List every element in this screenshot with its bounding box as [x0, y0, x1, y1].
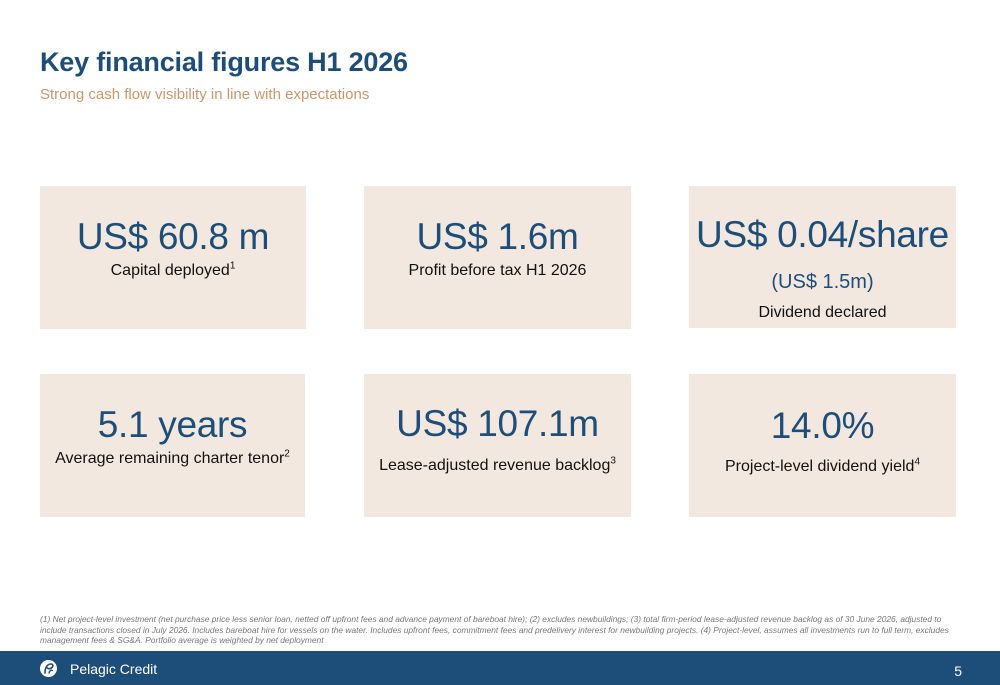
footnote-ref: 4 — [914, 456, 920, 468]
card-label-text: Capital deployed — [110, 262, 230, 279]
card-label: Lease-adjusted revenue backlog3 — [364, 455, 631, 475]
card-revenue-backlog: US$ 107.1m Lease-adjusted revenue backlo… — [364, 374, 631, 517]
brand-name: Pelagic Credit — [70, 661, 158, 677]
card-value: US$ 107.1m — [396, 403, 599, 444]
card-value: US$ 0.04/share — [696, 214, 949, 255]
card-dividend-declared: US$ 0.04/share (US$ 1.5m) Dividend decla… — [689, 186, 956, 328]
card-label-text: Lease-adjusted revenue backlog — [379, 457, 611, 474]
footnote-ref: 1 — [229, 260, 236, 272]
pelagic-logo-icon — [40, 660, 57, 677]
card-label-text: Project-level dividend yield — [725, 458, 915, 475]
pelagic-logo-mark — [44, 663, 54, 674]
card-value: 5.1 years — [97, 404, 248, 445]
card-label: Capital deployed1 — [40, 260, 306, 280]
card-secondary-value: (US$ 1.5m) — [771, 271, 874, 293]
card-value: US$ 60.8 m — [76, 216, 270, 257]
card-label: Dividend declared — [758, 304, 887, 321]
card-label-text: Average remaining charter tenor — [55, 450, 285, 467]
card-label: Profit before tax H1 2026 — [408, 262, 587, 279]
card-profit-before-tax: US$ 1.6m Profit before tax H1 2026 — [364, 186, 631, 329]
footer-bar: Pelagic Credit 5 — [0, 651, 1000, 685]
footnote-ref: 2 — [284, 448, 290, 460]
card-capital-deployed: US$ 60.8 m Capital deployed1 — [40, 186, 306, 329]
card-charter-tenor: 5.1 years Average remaining charter teno… — [40, 374, 305, 517]
card-value: US$ 1.6m — [416, 216, 579, 257]
page-number: 5 — [954, 663, 962, 679]
footnote-ref: 3 — [610, 455, 616, 467]
card-label: Average remaining charter tenor2 — [40, 448, 305, 468]
card-value: 14.0% — [770, 405, 875, 446]
card-dividend-yield: 14.0% Project-level dividend yield4 — [689, 374, 956, 517]
footnote: (1) Net project-level investment (net pu… — [40, 614, 949, 646]
card-label: Project-level dividend yield4 — [689, 456, 956, 476]
page-subtitle: Strong cash flow visibility in line with… — [40, 86, 370, 103]
page-title: Key financial figures H1 2026 — [40, 47, 408, 77]
